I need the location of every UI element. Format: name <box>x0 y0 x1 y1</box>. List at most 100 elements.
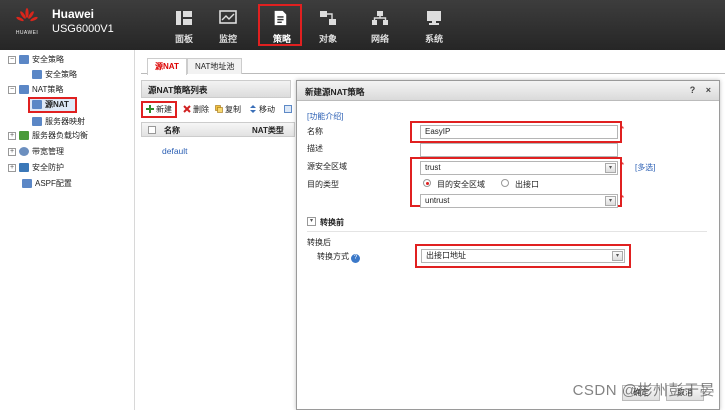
nav-monitor[interactable]: 监控 <box>206 4 250 46</box>
list-item[interactable]: default <box>162 146 188 156</box>
dashboard-icon <box>176 11 192 25</box>
description-label: 描述 <box>307 144 323 153</box>
nav-system[interactable]: 系统 <box>412 4 456 46</box>
collapse-icon[interactable]: − <box>8 85 16 94</box>
collapse-icon[interactable]: − <box>8 55 16 64</box>
bandwidth-icon <box>19 147 29 157</box>
tree-item-security-policy[interactable]: − 安全策略 <box>8 53 64 66</box>
copy-button[interactable]: 复制 <box>215 103 241 117</box>
load-balance-icon <box>19 131 29 141</box>
outgoing-interface-radio[interactable] <box>501 179 509 187</box>
delete-button[interactable]: 删除 <box>183 103 209 117</box>
tab-source-nat[interactable]: 源NAT <box>147 58 187 75</box>
object-icon <box>320 11 336 25</box>
nav-object[interactable]: 对象 <box>306 4 350 46</box>
move-label: 移动 <box>259 105 275 114</box>
nat-icon <box>32 100 42 110</box>
dest-zone-option-label: 目的安全区域 <box>437 180 485 189</box>
tree-item-security-policy-child[interactable]: 安全策略 <box>32 68 77 81</box>
chevron-down-icon[interactable]: ▾ <box>605 163 616 173</box>
nav-label: 系统 <box>424 34 443 44</box>
nav-policy[interactable]: 策略 <box>258 4 302 46</box>
tree-item-server-mapping[interactable]: 服务器映射 <box>32 115 85 128</box>
move-icon <box>250 105 256 113</box>
collapse-icon[interactable]: ▾ <box>307 217 316 226</box>
conversion-mode-value: 出接口地址 <box>426 251 466 260</box>
tab-nat-pool[interactable]: NAT地址池 <box>187 58 243 74</box>
tree-item-security-protection[interactable]: + 安全防护 <box>8 161 64 174</box>
sidebar-tree: − 安全策略 安全策略 − NAT策略 源NAT 服务器映射 + 服务器负载均衡 + 带… <box>0 50 135 410</box>
help-button[interactable]: ? <box>690 85 696 95</box>
vendor-name: Huawei <box>52 7 95 21</box>
column-nat-type: NAT类型 <box>252 126 284 135</box>
shield-icon <box>19 163 29 173</box>
nat-folder-icon <box>19 85 29 95</box>
dialog-controls: ? × <box>682 85 711 95</box>
source-zone-label: 源安全区域 <box>307 162 347 171</box>
system-icon <box>427 11 441 25</box>
section-divider <box>307 231 707 232</box>
select-all-checkbox[interactable] <box>148 126 156 134</box>
policy-icon <box>32 70 42 80</box>
description-input[interactable] <box>420 143 618 157</box>
source-zone-value: trust <box>425 163 441 172</box>
tree-item-nat-policy[interactable]: − NAT策略 <box>8 83 63 96</box>
model-name: USG6000V1 <box>52 23 114 35</box>
expand-icon[interactable]: + <box>8 163 16 172</box>
tree-item-bandwidth[interactable]: + 带宽管理 <box>8 145 64 158</box>
copy-icon <box>215 105 223 113</box>
watermark: CSDN @彬州彭于晏 <box>572 382 715 399</box>
list-toolbar: 新建 删除 复制 移动 <box>141 101 295 119</box>
list-title: 源NAT策略列表 <box>141 80 291 98</box>
delete-label: 删除 <box>193 105 209 114</box>
expand-icon[interactable]: + <box>8 147 16 156</box>
network-icon <box>372 11 388 25</box>
export-icon <box>284 105 292 113</box>
delete-icon <box>183 105 191 113</box>
chevron-down-icon[interactable]: ▾ <box>612 251 623 261</box>
chevron-down-icon[interactable]: ▾ <box>605 196 616 206</box>
tree-item-source-nat[interactable]: 源NAT <box>28 97 77 113</box>
tree-label: 安全策略 <box>45 70 77 79</box>
help-icon[interactable]: ? <box>351 254 360 263</box>
column-name: 名称 <box>164 126 180 135</box>
product-name: Huawei USG6000V1 <box>52 7 132 35</box>
nav-label: 网络 <box>370 34 389 44</box>
conversion-mode-text: 转换方式 <box>317 252 349 261</box>
tree-label: 安全策略 <box>32 55 64 64</box>
name-input[interactable]: EasyIP <box>420 125 618 139</box>
tree-item-aspf[interactable]: ASPF配置 <box>22 177 72 190</box>
conversion-mode-select[interactable]: 出接口地址 ▾ <box>421 249 625 263</box>
name-label: 名称 <box>307 127 323 136</box>
logo-text: HUAWEI <box>15 30 39 36</box>
outgoing-interface-option-label: 出接口 <box>515 180 539 189</box>
dest-zone-radio[interactable] <box>423 179 431 187</box>
nav-label: 面板 <box>174 34 193 44</box>
more-button[interactable] <box>284 103 294 117</box>
source-zone-select[interactable]: trust ▾ <box>420 161 618 175</box>
huawei-logo: HUAWEI <box>6 8 48 44</box>
tree-label: 安全防护 <box>32 163 64 172</box>
tree-label: 服务器映射 <box>45 117 85 126</box>
nav-label: 对象 <box>318 34 337 44</box>
list-column-header: 名称 NAT类型 <box>141 122 295 137</box>
intro-link[interactable]: [功能介绍] <box>307 111 343 122</box>
tab-bar: 源NAT NAT地址池 <box>141 56 725 75</box>
policy-icon <box>274 10 287 26</box>
nav-label: 策略 <box>272 34 291 44</box>
tree-item-server-lb[interactable]: + 服务器负载均衡 <box>8 129 88 142</box>
nav-dashboard[interactable]: 面板 <box>162 4 206 46</box>
before-section-title: 转换前 <box>320 218 344 227</box>
close-button[interactable]: × <box>706 85 711 95</box>
after-section-title: 转换后 <box>307 238 331 247</box>
nav-label: 监控 <box>218 34 237 44</box>
conversion-mode-label: 转换方式? <box>317 251 360 263</box>
tree-label: ASPF配置 <box>35 179 72 188</box>
multi-select-link[interactable]: [多选] <box>635 162 655 173</box>
expand-icon[interactable]: + <box>8 131 16 140</box>
dest-zone-select[interactable]: untrust ▾ <box>420 194 618 208</box>
new-button[interactable]: 新建 <box>141 101 177 118</box>
tree-label: 服务器负载均衡 <box>32 131 88 140</box>
nav-network[interactable]: 网络 <box>358 4 402 46</box>
move-button[interactable]: 移动 <box>249 103 275 117</box>
